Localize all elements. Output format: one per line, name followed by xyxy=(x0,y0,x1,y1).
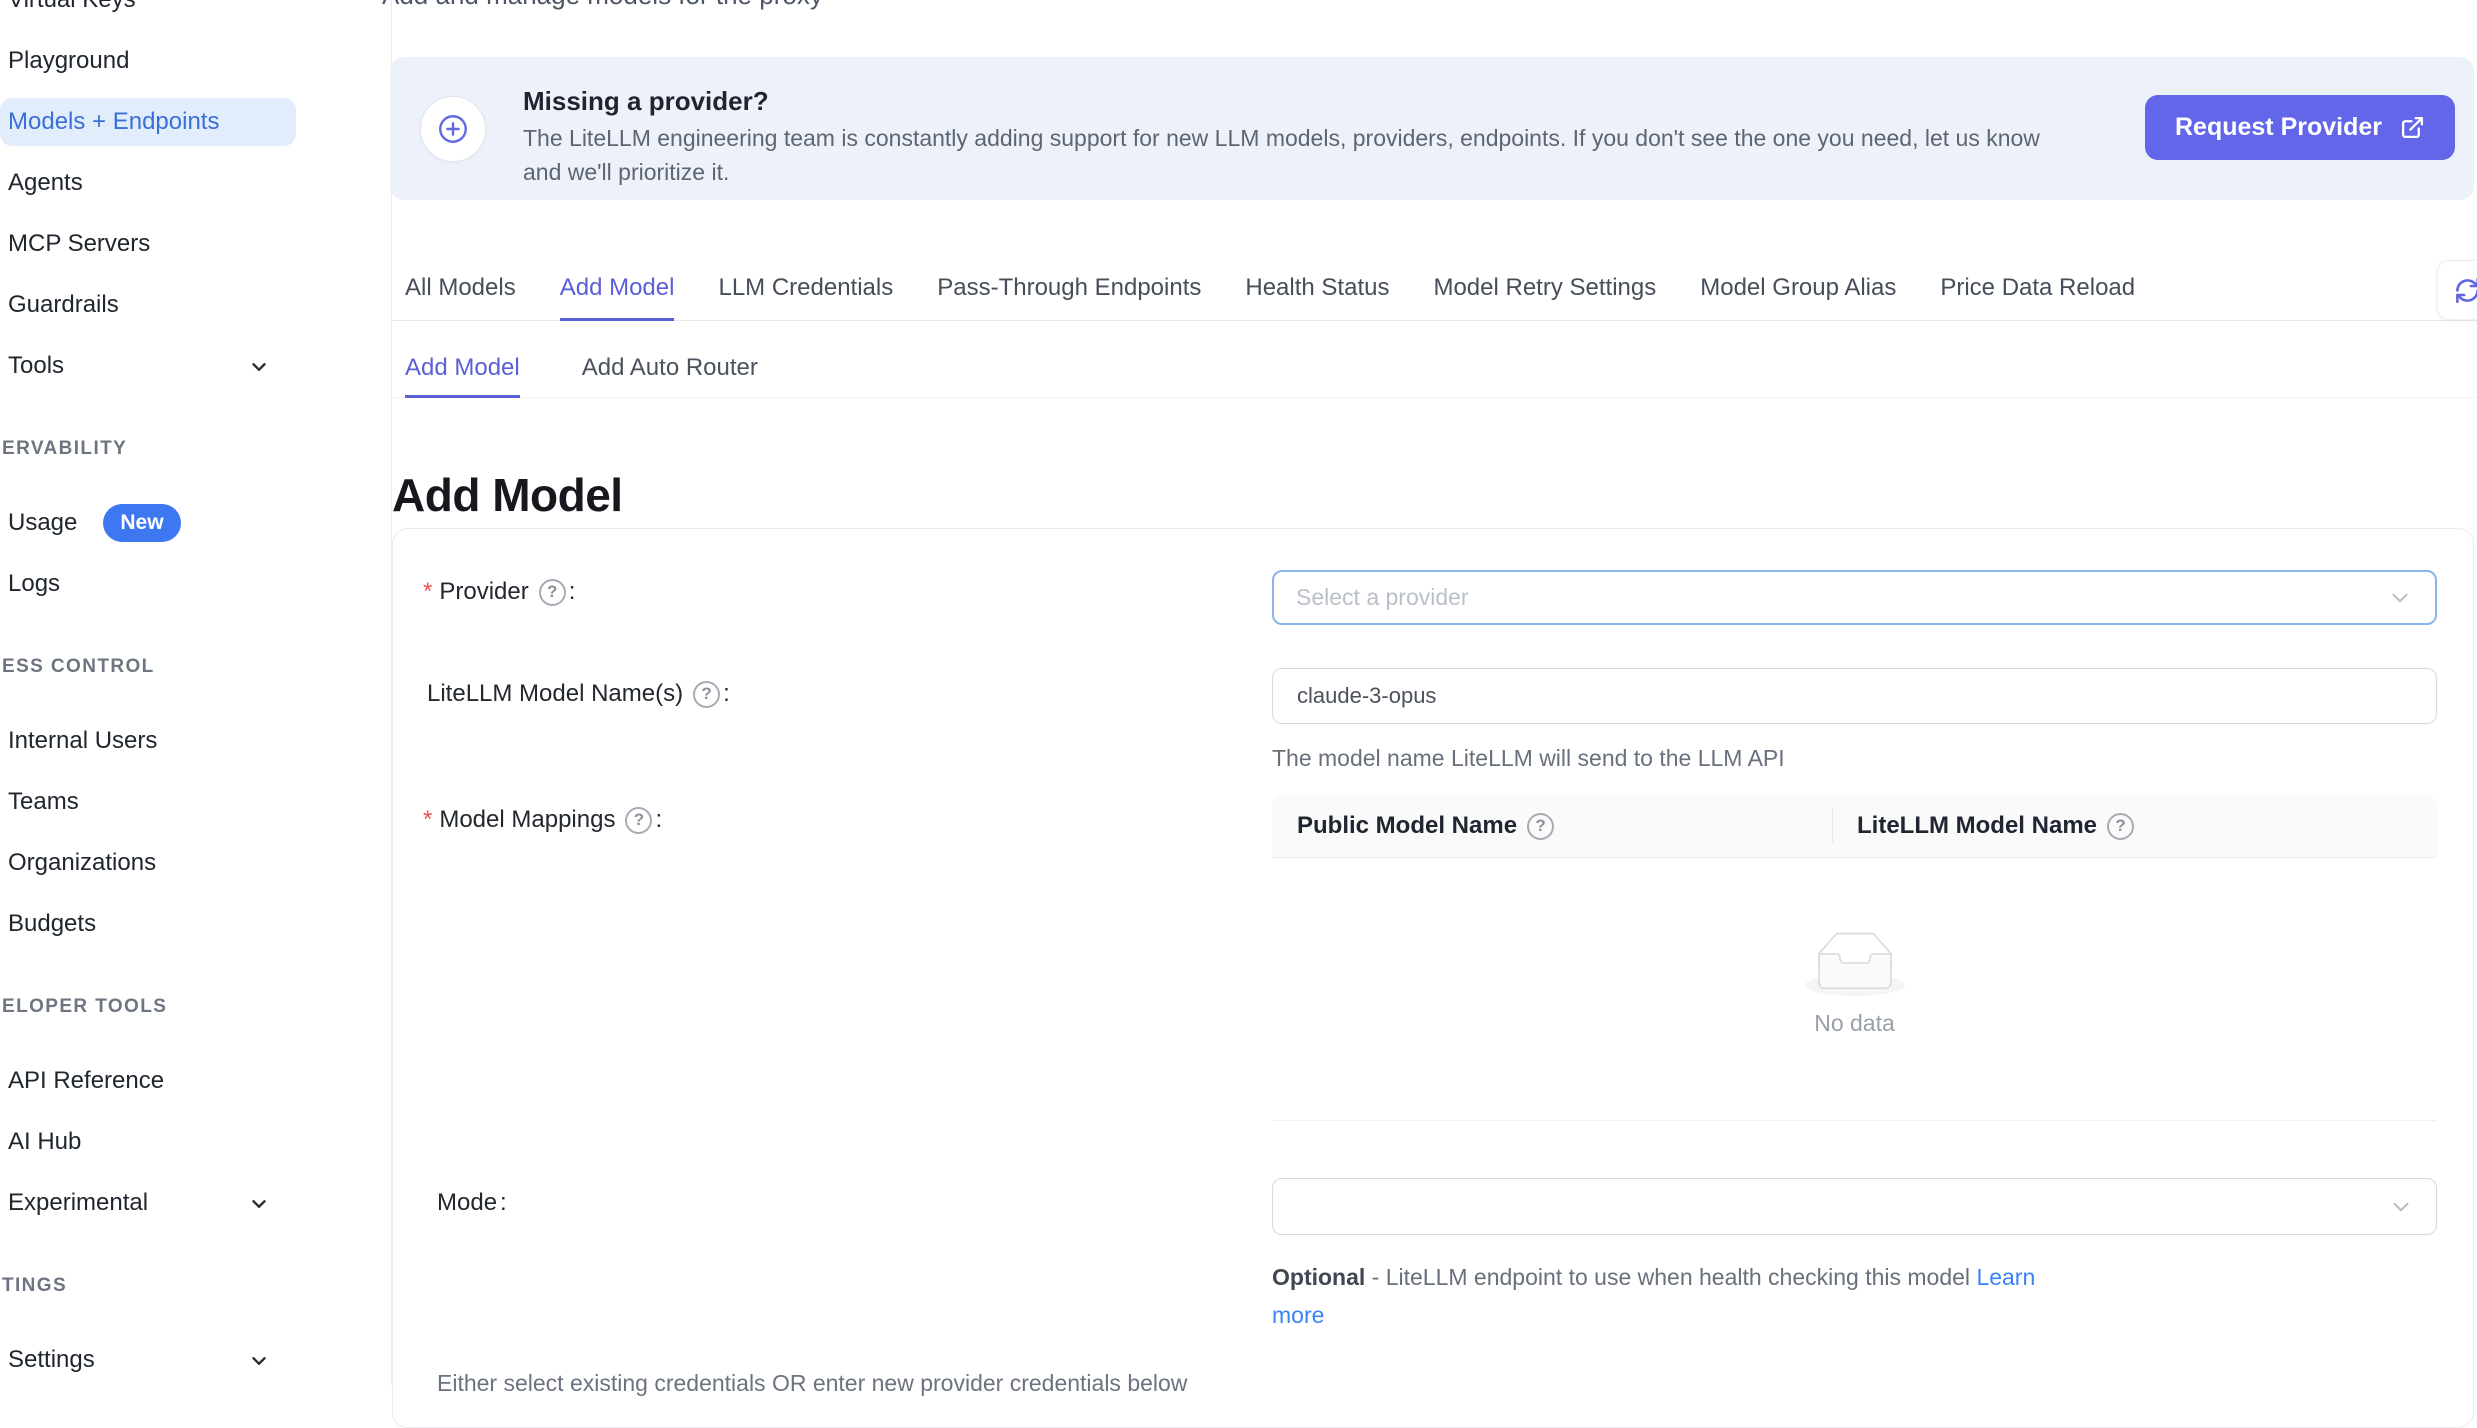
sidebar-item-settings[interactable]: Settings xyxy=(0,1336,392,1384)
mode-select[interactable] xyxy=(1272,1178,2437,1235)
tab-pass-through-endpoints[interactable]: Pass-Through Endpoints xyxy=(937,258,1201,321)
sidebar-item-label: Teams xyxy=(8,788,79,816)
help-circle-icon[interactable]: ? xyxy=(1527,813,1554,840)
subtab-add-auto-router[interactable]: Add Auto Router xyxy=(582,340,758,398)
sidebar: Virtual Keys Playground Models + Endpoin… xyxy=(0,0,392,1385)
sidebar-item-virtual-keys[interactable]: Virtual Keys xyxy=(0,0,392,24)
sidebar-item-label: AI Hub xyxy=(8,1128,81,1156)
model-mappings-table: Public Model Name ? LiteLLM Model Name ?… xyxy=(1272,795,2437,1121)
sidebar-item-label: Guardrails xyxy=(8,291,119,319)
banner-text: Missing a provider? The LiteLLM engineer… xyxy=(523,84,2083,189)
provider-label: Provider ? xyxy=(423,578,575,606)
chevron-down-icon xyxy=(248,1350,270,1372)
sidebar-item-label: Experimental xyxy=(8,1189,148,1217)
table-header-row: Public Model Name ? LiteLLM Model Name ? xyxy=(1272,795,2437,858)
sidebar-item-usage[interactable]: Usage New xyxy=(0,499,392,547)
provider-placeholder: Select a provider xyxy=(1296,584,2387,611)
sidebar-item-logs[interactable]: Logs xyxy=(0,560,392,608)
tab-add-model[interactable]: Add Model xyxy=(560,258,675,321)
model-name-label: LiteLLM Model Name(s) ? xyxy=(427,680,730,708)
chevron-down-icon xyxy=(2387,585,2413,611)
external-link-icon xyxy=(2400,115,2425,140)
model-name-input[interactable] xyxy=(1272,668,2437,724)
sidebar-nav: Virtual Keys Playground Models + Endpoin… xyxy=(0,0,392,1397)
plus-circle-icon xyxy=(420,96,486,162)
refresh-icon xyxy=(2454,277,2477,304)
banner-body: The LiteLLM engineering team is constant… xyxy=(523,121,2083,189)
sidebar-item-experimental[interactable]: Experimental xyxy=(0,1179,392,1227)
sidebar-item-label: Tools xyxy=(8,352,64,380)
sidebar-item-tools[interactable]: Tools xyxy=(0,342,392,390)
sidebar-item-label: Internal Users xyxy=(8,727,157,755)
sidebar-item-label: Agents xyxy=(8,169,83,197)
new-badge: New xyxy=(103,504,180,542)
tab-health-status[interactable]: Health Status xyxy=(1245,258,1389,321)
sidebar-item-label: API Reference xyxy=(8,1067,164,1095)
chevron-down-icon xyxy=(248,356,270,378)
empty-inbox-icon xyxy=(1805,932,1905,996)
sidebar-item-internal-users[interactable]: Internal Users xyxy=(0,717,392,765)
sidebar-item-agents[interactable]: Agents xyxy=(0,159,392,207)
sidebar-item-label: Settings xyxy=(8,1346,95,1374)
sidebar-item-budgets[interactable]: Budgets xyxy=(0,900,392,948)
column-public-model-name: Public Model Name ? xyxy=(1272,795,1832,857)
empty-state: No data xyxy=(1272,858,2437,1121)
sidebar-item-label: Usage xyxy=(8,509,77,537)
sidebar-section-settings: TINGS xyxy=(0,1271,392,1301)
help-circle-icon[interactable]: ? xyxy=(625,807,652,834)
tab-llm-credentials[interactable]: LLM Credentials xyxy=(718,258,893,321)
mode-help-bold: Optional xyxy=(1272,1264,1365,1290)
banner-title: Missing a provider? xyxy=(523,84,2083,118)
page-title: Add Model xyxy=(392,468,623,522)
sidebar-item-label: Organizations xyxy=(8,849,156,877)
sidebar-section-developer-tools: ELOPER TOOLS xyxy=(0,992,392,1022)
column-litellm-model-name: LiteLLM Model Name ? xyxy=(1832,795,2134,857)
sidebar-item-label: Budgets xyxy=(8,910,96,938)
subtab-add-model[interactable]: Add Model xyxy=(405,340,520,398)
refresh-button[interactable] xyxy=(2437,260,2477,320)
chevron-down-icon xyxy=(2388,1194,2414,1220)
sidebar-item-label: Playground xyxy=(8,47,129,75)
sidebar-item-label: MCP Servers xyxy=(8,230,150,258)
sidebar-item-organizations[interactable]: Organizations xyxy=(0,839,392,887)
sidebar-item-models-endpoints[interactable]: Models + Endpoints xyxy=(0,98,296,146)
tab-model-group-alias[interactable]: Model Group Alias xyxy=(1700,258,1896,321)
model-tabs: All Models Add Model LLM Credentials Pas… xyxy=(392,258,2477,321)
sidebar-item-teams[interactable]: Teams xyxy=(0,778,392,826)
help-circle-icon[interactable]: ? xyxy=(693,681,720,708)
add-model-subtabs: Add Model Add Auto Router xyxy=(392,340,2477,398)
sidebar-item-playground[interactable]: Playground xyxy=(0,37,392,85)
sidebar-item-label: Virtual Keys xyxy=(8,0,136,14)
no-data-text: No data xyxy=(1814,1010,1895,1037)
sidebar-section-access-control: ESS CONTROL xyxy=(0,652,392,682)
sidebar-item-label: Logs xyxy=(8,570,60,598)
help-circle-icon[interactable]: ? xyxy=(539,579,566,606)
sidebar-item-ai-hub[interactable]: AI Hub xyxy=(0,1118,392,1166)
provider-select[interactable]: Select a provider xyxy=(1272,570,2437,625)
sidebar-section-observability: ERVABILITY xyxy=(0,434,392,464)
chevron-down-icon xyxy=(248,1193,270,1215)
tab-model-retry-settings[interactable]: Model Retry Settings xyxy=(1433,258,1656,321)
request-provider-label: Request Provider xyxy=(2175,113,2382,142)
column-divider xyxy=(1832,809,1833,843)
help-circle-icon[interactable]: ? xyxy=(2107,813,2134,840)
mode-help: Optional - LiteLLM endpoint to use when … xyxy=(1272,1258,2082,1334)
mode-help-text: - LiteLLM endpoint to use when health ch… xyxy=(1365,1264,1976,1290)
request-provider-button[interactable]: Request Provider xyxy=(2145,95,2455,160)
sidebar-item-mcp-servers[interactable]: MCP Servers xyxy=(0,220,392,268)
model-name-help: The model name LiteLLM will send to the … xyxy=(1272,745,1785,772)
model-mappings-label: Model Mappings ? xyxy=(423,806,662,834)
mode-label: Mode xyxy=(437,1189,507,1217)
tab-all-models[interactable]: All Models xyxy=(405,258,516,321)
credentials-note: Either select existing credentials OR en… xyxy=(437,1369,1187,1397)
sidebar-item-label: Models + Endpoints xyxy=(8,108,219,136)
sidebar-item-api-reference[interactable]: API Reference xyxy=(0,1057,392,1105)
page-subtitle: Add and manage models for the proxy xyxy=(382,0,823,11)
tab-price-data-reload[interactable]: Price Data Reload xyxy=(1940,258,2135,321)
sidebar-item-guardrails[interactable]: Guardrails xyxy=(0,281,392,329)
